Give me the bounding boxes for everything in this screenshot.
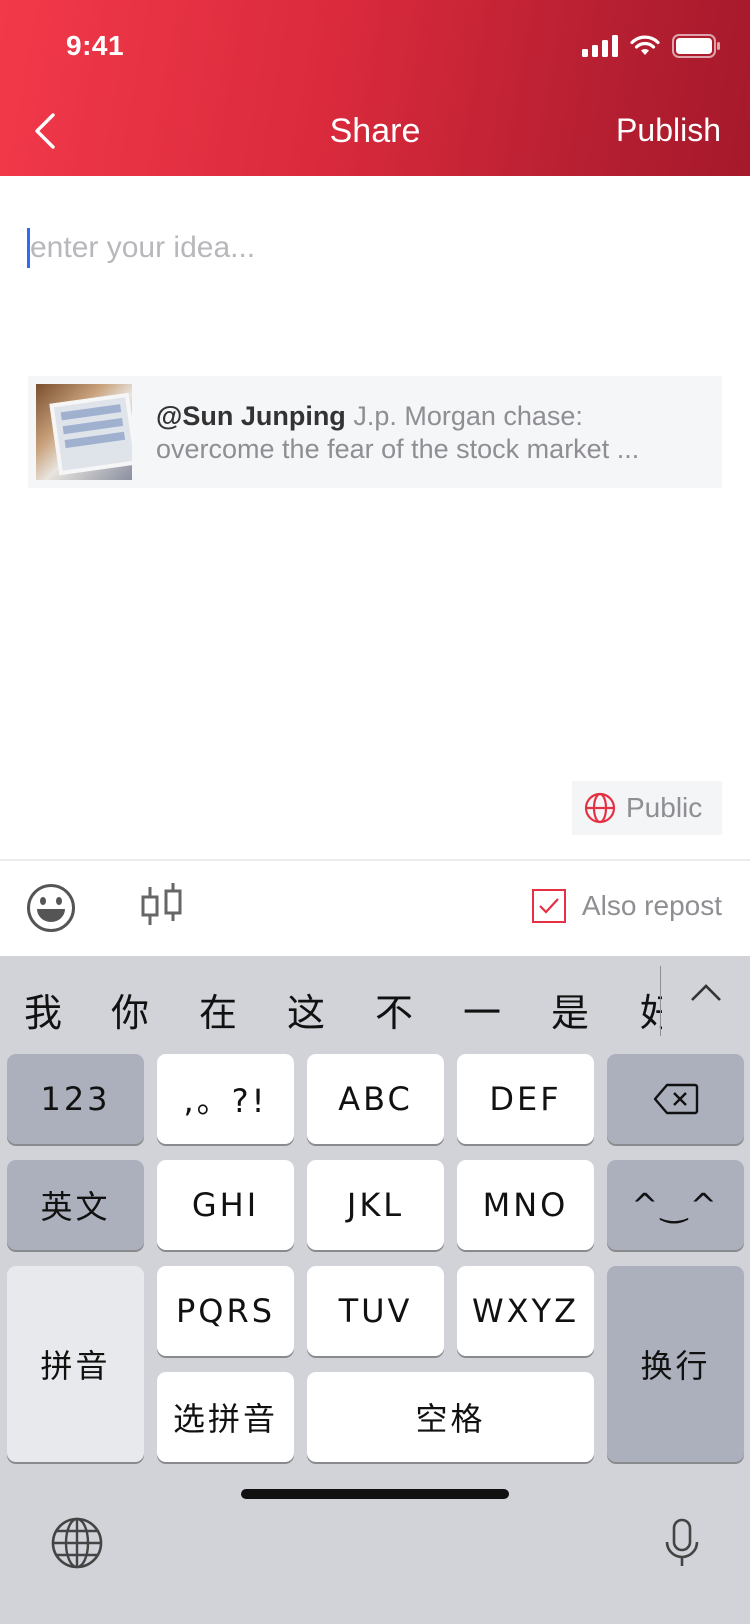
stock-chart-button[interactable]	[140, 883, 184, 934]
key-tuv[interactable]: TUV	[307, 1266, 444, 1356]
candidate-word[interactable]: 这	[287, 982, 325, 1037]
candidate-separator	[660, 966, 661, 1036]
also-repost-toggle[interactable]: Also repost	[531, 889, 722, 923]
candidate-word[interactable]: 不	[375, 982, 413, 1037]
key-123[interactable]: 123	[7, 1054, 144, 1144]
key-mno[interactable]: MNO	[457, 1160, 594, 1250]
shared-post-author: @Sun Junping	[156, 401, 346, 431]
wifi-icon	[630, 35, 660, 55]
backspace-key[interactable]	[607, 1054, 744, 1144]
candidate-clip: 好	[640, 982, 662, 1032]
status-time: 9:41	[66, 30, 125, 61]
emoji-button[interactable]	[26, 883, 76, 938]
emoji-icon	[27, 884, 75, 932]
expand-candidates-button[interactable]	[690, 982, 722, 1007]
publish-button[interactable]: Publish	[616, 112, 721, 149]
candidate-word[interactable]: 是	[551, 982, 589, 1037]
candidate-word[interactable]: 一	[463, 982, 501, 1037]
key-ghi[interactable]: GHI	[157, 1160, 294, 1250]
globe-icon	[51, 1517, 103, 1569]
post-thumbnail	[36, 384, 132, 480]
battery-icon	[672, 34, 720, 58]
keyboard: 我 你 在 这 不 一 是 好 123 ,。?! ABC DEF 英文 GHI …	[0, 956, 750, 1624]
signal-icon	[582, 35, 618, 57]
candidate-bar: 我 你 在 这 不 一 是 好	[0, 956, 750, 1054]
visibility-label: Public	[626, 792, 703, 823]
checkmark-icon	[539, 898, 559, 914]
status-icons	[582, 34, 720, 58]
shared-post-card[interactable]: @Sun Junping J.p. Morgan chase: overcome…	[28, 376, 722, 488]
home-indicator	[241, 1489, 509, 1499]
candidate-word[interactable]: 你	[111, 982, 149, 1037]
chevron-up-icon	[691, 984, 721, 1001]
candidate-word[interactable]: 好	[640, 982, 662, 1032]
composer-toolbar: Also repost	[0, 861, 750, 956]
header-bar: 9:41 Share Publish	[0, 0, 750, 176]
globe-icon	[584, 792, 616, 824]
idea-input[interactable]	[30, 224, 720, 272]
also-repost-label: Also repost	[581, 890, 722, 921]
return-key[interactable]: 换行	[607, 1266, 744, 1462]
microphone-icon	[665, 1518, 699, 1566]
candlestick-icon	[141, 883, 182, 925]
also-repost-checkbox[interactable]	[531, 889, 566, 923]
key-pqrs[interactable]: PQRS	[157, 1266, 294, 1356]
key-select-pinyin[interactable]: 选拼音	[157, 1372, 294, 1462]
backspace-icon	[653, 1083, 698, 1115]
key-english[interactable]: 英文	[7, 1160, 144, 1250]
switch-keyboard-button[interactable]	[50, 1516, 104, 1575]
candidate-word[interactable]: 我	[24, 982, 62, 1037]
space-key[interactable]: 空格	[307, 1372, 594, 1462]
thumbnail-tablet-graphic	[49, 392, 132, 476]
key-def[interactable]: DEF	[457, 1054, 594, 1144]
key-jkl[interactable]: JKL	[307, 1160, 444, 1250]
key-punctuation[interactable]: ,。?!	[157, 1054, 294, 1144]
visibility-button[interactable]: Public	[572, 781, 722, 835]
key-abc[interactable]: ABC	[307, 1054, 444, 1144]
key-emoticon[interactable]: ^‿^	[607, 1160, 744, 1250]
candidate-word[interactable]: 在	[199, 982, 237, 1037]
key-pinyin[interactable]: 拼音	[7, 1266, 144, 1462]
dictation-button[interactable]	[664, 1518, 700, 1575]
shared-post-text: @Sun Junping J.p. Morgan chase: overcome…	[156, 400, 706, 466]
key-wxyz[interactable]: WXYZ	[457, 1266, 594, 1356]
